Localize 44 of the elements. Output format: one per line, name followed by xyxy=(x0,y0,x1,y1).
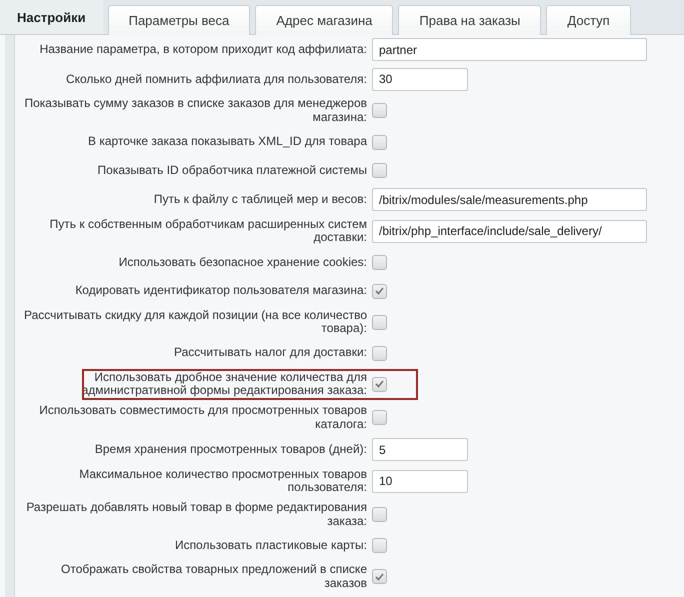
setting-label: Путь к файлу с таблицей мер и весов: xyxy=(152,193,367,207)
text-field[interactable]: /bitrix/modules/sale/measurements.php xyxy=(372,188,647,212)
checkbox[interactable] xyxy=(372,314,387,330)
setting-label: Показывать сумму заказов в списке заказов для менеджеров магазина: xyxy=(23,97,367,124)
checkbox[interactable] xyxy=(372,284,387,299)
text-field[interactable]: partner xyxy=(372,38,647,62)
checkbox[interactable] xyxy=(372,103,387,118)
tab[interactable]: Доступ xyxy=(546,5,631,35)
setting-label: Сколько дней помнить аффилиата для пользователя: xyxy=(64,72,367,86)
text-field[interactable]: /bitrix/php_interface/include/sale_delivery/ xyxy=(372,220,647,243)
checkbox[interactable] xyxy=(372,346,387,361)
text-field[interactable]: 10 xyxy=(372,470,468,493)
setting-label: Использовать дробное значение количества для административной формы редактирования заказа: xyxy=(80,370,367,398)
tab[interactable]: Настройки xyxy=(0,0,103,34)
setting-label: Максимальное количество просмотренных товаров пользователя: xyxy=(78,468,367,495)
text-field[interactable]: 30 xyxy=(372,68,468,91)
setting-label: Разрешать добавлять новый товар в форме редактирования заказа: xyxy=(25,501,367,528)
check-icon xyxy=(375,380,384,388)
checkbox[interactable] xyxy=(372,254,387,270)
setting-label: Путь к собственным обработчикам расширенных систем доставки: xyxy=(48,218,367,245)
checkbox[interactable] xyxy=(372,163,387,178)
setting-label: Использовать безопасное хранение cookies: xyxy=(118,256,367,270)
setting-label: Показывать ID обработчика платежной системы xyxy=(96,164,367,178)
setting-label: Рассчитывать скидку для каждой позиции (на все количество товара): xyxy=(23,308,367,336)
setting-label: Кодировать идентификатор пользователя магазина: xyxy=(74,284,367,298)
checkbox[interactable] xyxy=(372,538,387,554)
tab[interactable]: Параметры веса xyxy=(108,5,250,35)
check-icon xyxy=(375,572,384,581)
setting-label: Отображать свойства товарных предложений в списке заказов xyxy=(60,563,367,590)
setting-label: Рассчитывать налог для доставки: xyxy=(173,346,367,360)
setting-label: Использовать совместимость для просмотренных товаров каталога: xyxy=(38,404,367,432)
checkbox[interactable] xyxy=(372,569,387,584)
tab[interactable]: Права на заказы xyxy=(398,5,542,35)
setting-label: Название параметра, в котором приходит код аффилиата: xyxy=(38,43,367,57)
checkbox[interactable] xyxy=(372,134,387,150)
checkbox[interactable] xyxy=(372,410,387,426)
tab[interactable]: Адрес магазина xyxy=(255,5,394,35)
setting-label: В карточке заказа показывать XML_ID для товара xyxy=(87,135,367,149)
setting-label: Использовать пластиковые карты: xyxy=(174,539,367,553)
checkbox[interactable] xyxy=(372,376,387,392)
checkbox[interactable] xyxy=(372,507,387,522)
text-field[interactable]: 5 xyxy=(372,438,468,462)
check-icon xyxy=(375,287,384,296)
setting-label: Время хранения просмотренных товаров (дней): xyxy=(94,442,367,456)
